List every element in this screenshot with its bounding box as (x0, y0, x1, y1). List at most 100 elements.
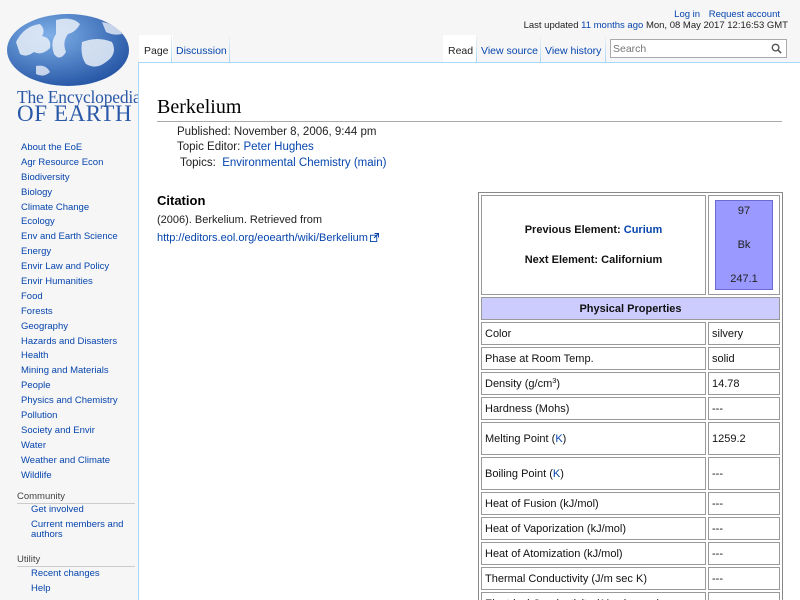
sidebar-link-forests[interactable]: Forests (21, 306, 53, 317)
last-updated-date: Mon, 08 May 2017 12:16:53 GMT (645, 20, 788, 31)
sidebar-link-mining-materials[interactable]: Mining and Materials (21, 365, 109, 376)
sidebar-item: Biodiversity (21, 171, 118, 186)
topics-line: Topics: Environmental Chemistry (main) (180, 157, 386, 169)
tab-read[interactable]: Read (443, 35, 478, 62)
property-label: Melting Point ( (485, 432, 556, 445)
sidebar-link-ecology[interactable]: Ecology (21, 216, 55, 227)
external-link-icon (369, 233, 379, 242)
sidebar-item: Wildlife (21, 469, 118, 484)
published-date: Published: November 8, 2006, 9:44 pm (177, 126, 377, 138)
login-link[interactable]: Log in (674, 9, 700, 20)
table-row: Density (g/cm3) 14.78 (481, 372, 780, 395)
sidebar-link-get-involved[interactable]: Get involved (31, 504, 84, 515)
tab-divider (229, 33, 230, 62)
sidebar-item: Envir Humanities (21, 275, 118, 290)
citation-url-link[interactable]: http://editors.eol.org/eoearth/wiki/Berk… (157, 232, 379, 244)
infobox-table: Previous Element: Curium Next Element: C… (479, 193, 782, 600)
utility-navigation: Recent changes Help (31, 567, 100, 597)
page-title: Berkelium (157, 96, 242, 118)
sidebar-item: Forests (21, 305, 118, 320)
tab-discussion[interactable]: Discussion (172, 35, 231, 62)
sidebar-item: Physics and Chemistry (21, 394, 118, 409)
topic-editor-link[interactable]: Peter Hughes (243, 141, 313, 153)
sidebar-link-energy[interactable]: Energy (21, 246, 51, 257)
search-icon[interactable] (771, 43, 782, 54)
sidebar-link-biodiversity[interactable]: Biodiversity (21, 172, 70, 183)
sidebar-link-about-eoe[interactable]: About the EoE (21, 142, 82, 153)
tab-read-label[interactable]: Read (448, 45, 473, 57)
globe-icon (7, 14, 129, 86)
table-row: Thermal Conductivity (J/m sec K) --- (481, 567, 780, 590)
sidebar-link-water[interactable]: Water (21, 440, 46, 451)
property-value: --- (708, 592, 780, 600)
property-label-end: ) (560, 467, 564, 480)
sidebar-link-pollution[interactable]: Pollution (21, 410, 57, 421)
property-label: Phase at Room Temp. (481, 347, 706, 370)
topics-link[interactable]: Environmental Chemistry (main) (222, 157, 386, 169)
sidebar-link-hazards-disasters[interactable]: Hazards and Disasters (21, 336, 117, 347)
sidebar-item: Get involved (31, 505, 131, 515)
sidebar-link-health[interactable]: Health (21, 350, 48, 361)
table-row: Melting Point (K) 1259.2 (481, 422, 780, 455)
sidebar-item: Mining and Materials (21, 364, 118, 379)
last-updated-info: Last updated 11 months ago Mon, 08 May 2… (524, 20, 788, 31)
last-updated-ago-link[interactable]: 11 months ago (581, 20, 643, 31)
sidebar-link-wildlife[interactable]: Wildlife (21, 470, 52, 481)
last-updated-label: Last updated (523, 20, 579, 31)
sidebar-navigation: About the EoE Agr Resource Econ Biodiver… (21, 141, 118, 483)
community-heading: Community (17, 491, 66, 502)
sidebar-item: Help (31, 582, 100, 597)
property-value: --- (708, 457, 780, 490)
sidebar-link-weather-climate[interactable]: Weather and Climate (21, 455, 110, 466)
tab-view-source[interactable]: View source (477, 35, 542, 62)
property-value: solid (708, 347, 780, 370)
property-label: Heat of Fusion (kJ/mol) (481, 492, 706, 515)
sidebar-link-physics-chemistry[interactable]: Physics and Chemistry (21, 395, 118, 406)
property-label: Color (481, 322, 706, 345)
sidebar-link-envir-law-policy[interactable]: Envir Law and Policy (21, 261, 109, 272)
sidebar-link-env-earth-science[interactable]: Env and Earth Science (21, 231, 118, 242)
sidebar-item: Climate Change (21, 201, 118, 216)
property-label: Heat of Vaporization (kJ/mol) (481, 517, 706, 540)
element-tile: 97 Bk 247.1 (715, 200, 773, 290)
property-label-cell: Melting Point (K) (481, 422, 706, 455)
citation-url-text: http://editors.eol.org/eoearth/wiki/Berk… (157, 232, 368, 244)
property-value: 14.78 (708, 372, 780, 395)
previous-element-link[interactable]: Curium (624, 224, 663, 236)
topics-label: Topics: (180, 157, 216, 169)
sidebar-link-biology[interactable]: Biology (21, 187, 52, 198)
previous-element-label: Previous Element: (524, 224, 621, 236)
sidebar-item: Food (21, 290, 118, 305)
kelvin-link[interactable]: K (555, 433, 562, 445)
element-infobox: Previous Element: Curium Next Element: C… (478, 192, 783, 600)
section-header-row: Physical Properties (481, 297, 780, 320)
tab-discussion-label[interactable]: Discussion (176, 45, 227, 57)
table-row: Boiling Point (K) --- (481, 457, 780, 490)
site-logo[interactable]: The Encyclopedia OF EARTH (6, 12, 141, 126)
property-label: Electrical Conductivity (1/mohm cm) (481, 592, 706, 600)
next-element-label: Next Element: (524, 254, 599, 266)
sidebar-link-society-envir[interactable]: Society and Envir (21, 425, 95, 436)
sidebar-link-help[interactable]: Help (31, 583, 51, 594)
sidebar-item: Envir Law and Policy (21, 260, 118, 275)
property-label: Heat of Atomization (kJ/mol) (481, 542, 706, 565)
property-value: --- (708, 397, 780, 420)
sidebar-item: Weather and Climate (21, 454, 118, 469)
sidebar-link-envir-humanities[interactable]: Envir Humanities (21, 276, 93, 287)
sidebar-link-geography[interactable]: Geography (21, 321, 68, 332)
sidebar-link-people[interactable]: People (21, 380, 51, 391)
tab-view-source-label[interactable]: View source (481, 45, 538, 57)
sidebar-link-agr-resource-econ[interactable]: Agr Resource Econ (21, 157, 103, 168)
tab-page[interactable]: Page (139, 35, 173, 62)
sidebar-link-recent-changes[interactable]: Recent changes (31, 568, 100, 579)
sidebar-link-climate-change[interactable]: Climate Change (21, 202, 89, 213)
sidebar-link-food[interactable]: Food (21, 291, 43, 302)
sidebar-link-current-members[interactable]: Current members and authors (31, 519, 123, 540)
tab-view-history-label[interactable]: View history (545, 45, 601, 57)
tab-page-label[interactable]: Page (144, 45, 169, 57)
search-input[interactable] (613, 41, 768, 56)
tab-view-history[interactable]: View history (541, 35, 605, 62)
request-account-link[interactable]: Request account (709, 9, 780, 20)
property-value: --- (708, 542, 780, 565)
property-label: Thermal Conductivity (J/m sec K) (481, 567, 706, 590)
